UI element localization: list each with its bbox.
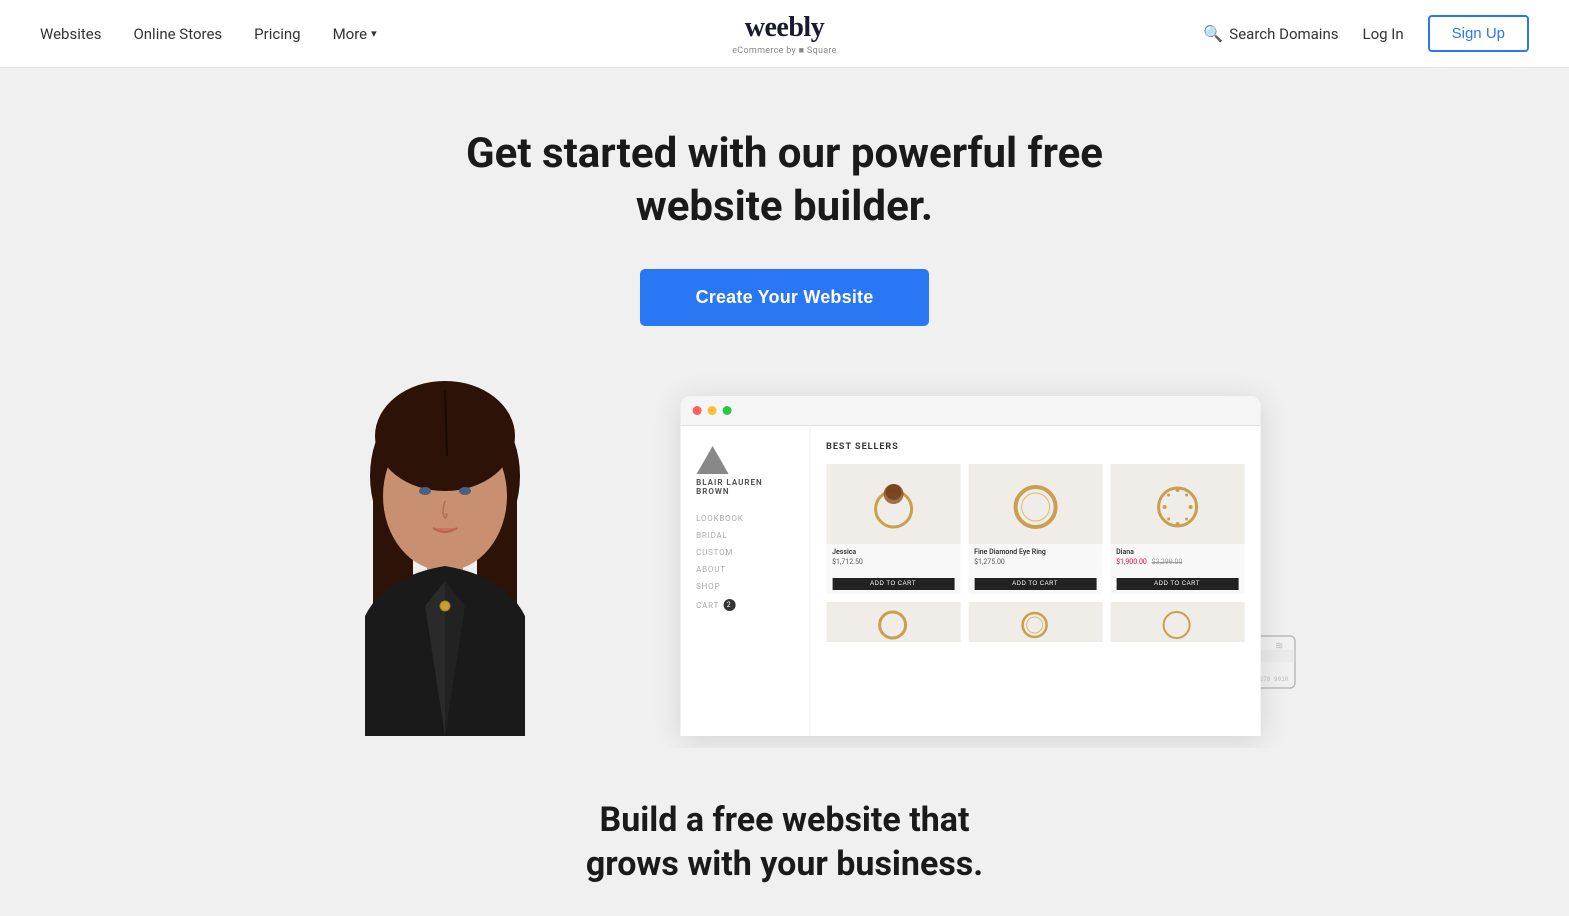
nav-item-online-stores[interactable]: Online Stores	[133, 25, 222, 43]
browser-main-content: BEST SELLERS	[810, 426, 1260, 736]
browser-dot-red	[692, 406, 701, 415]
ring-svg-2	[1010, 477, 1060, 532]
triangle-logo-icon	[696, 446, 728, 474]
add-to-cart-jessica[interactable]: ADD TO CART	[832, 578, 954, 590]
add-to-cart-diamond[interactable]: ADD TO CART	[974, 578, 1096, 590]
products-grid: Jessica $1,712.50 ADD TO CART	[826, 464, 1244, 594]
product-card-diamond: Fine Diamond Eye Ring $1,275.00 ADD TO C…	[968, 464, 1102, 594]
products-grid-row2	[826, 602, 1244, 642]
hero-headline-line1: Get started with our powerful free	[466, 129, 1103, 178]
navbar: Websites Online Stores Pricing More ▾ we…	[0, 0, 1569, 68]
product-image-diamond	[968, 464, 1102, 544]
sidebar-nav-custom: CUSTOM	[696, 548, 793, 557]
hero-headline: Get started with our powerful free websi…	[466, 128, 1103, 233]
browser-mockup: BLAIR LAUREN BROWN LOOKBOOK BRIDAL CUSTO…	[680, 396, 1260, 736]
logo-wordmark: weebly	[732, 12, 837, 44]
product-image-diana	[1110, 464, 1244, 544]
product-name-jessica: Jessica	[832, 548, 954, 556]
product-card-r2-2	[968, 602, 1102, 642]
product-info-diamond: Fine Diamond Eye Ring $1,275.00 ADD TO C…	[968, 544, 1102, 594]
product-card-r2-3	[1110, 602, 1244, 642]
product-card-jessica: Jessica $1,712.50 ADD TO CART	[826, 464, 960, 594]
ring-svg-1	[868, 474, 918, 534]
nav-left: Websites Online Stores Pricing More ▾	[40, 25, 377, 43]
product-image-r2-1	[826, 602, 960, 642]
svg-text:≋: ≋	[1275, 641, 1283, 652]
browser-dot-yellow	[707, 406, 716, 415]
browser-sidebar: BLAIR LAUREN BROWN LOOKBOOK BRIDAL CUSTO…	[680, 426, 810, 736]
sidebar-brand-name: BLAIR LAUREN BROWN	[696, 478, 793, 496]
best-sellers-title: BEST SELLERS	[826, 442, 1244, 452]
create-website-button[interactable]: Create Your Website	[640, 269, 930, 326]
add-to-cart-diana[interactable]: ADD TO CART	[1116, 578, 1238, 590]
subheadline-line1: Build a free website that	[600, 800, 970, 840]
ring-svg-6	[1160, 605, 1195, 640]
product-sale-price-diana: $1,900.00	[1116, 558, 1147, 566]
browser-dot-green	[722, 406, 731, 415]
ring-svg-5	[1018, 605, 1053, 640]
sidebar-nav-about: ABOUT	[696, 565, 793, 574]
subheadline-section: Build a free website that grows with you…	[0, 748, 1569, 916]
hero-visuals: BLAIR LAUREN BROWN LOOKBOOK BRIDAL CUSTO…	[185, 376, 1385, 736]
ring-svg-3	[1152, 477, 1202, 532]
nav-item-websites[interactable]: Websites	[40, 25, 101, 43]
logo-subtitle: eCommerce by ■ Square	[732, 45, 837, 56]
person-illustration	[305, 376, 585, 736]
sidebar-nav-cart: CART 2	[696, 599, 793, 611]
product-name-diamond: Fine Diamond Eye Ring	[974, 548, 1096, 556]
subheadline-line2: grows with your business.	[586, 844, 983, 884]
search-domains-label: Search Domains	[1229, 25, 1338, 43]
nav-item-pricing[interactable]: Pricing	[254, 25, 300, 43]
nav-right: 🔍 Search Domains Log In Sign Up	[1203, 15, 1529, 52]
sidebar-nav-shop: SHOP	[696, 582, 793, 591]
product-price-diana: $1,900.00 $3,299.00	[1116, 558, 1238, 566]
search-icon: 🔍	[1203, 24, 1223, 43]
hero-section: Get started with our powerful free websi…	[0, 68, 1569, 748]
chevron-down-icon: ▾	[371, 27, 377, 40]
browser-bar	[680, 396, 1260, 426]
sidebar-nav-lookbook: LOOKBOOK	[696, 514, 793, 523]
subheadline-text: Build a free website that grows with you…	[20, 798, 1549, 886]
browser-content: BLAIR LAUREN BROWN LOOKBOOK BRIDAL CUSTO…	[680, 426, 1260, 736]
ring-svg-4	[876, 605, 911, 640]
product-image-jessica	[826, 464, 960, 544]
product-price-diamond: $1,275.00	[974, 558, 1096, 566]
product-image-r2-2	[968, 602, 1102, 642]
product-original-price-diana: $3,299.00	[1152, 558, 1183, 566]
nav-item-more[interactable]: More ▾	[333, 25, 377, 43]
product-info-diana: Diana $1,900.00 $3,299.00 ADD TO CART	[1110, 544, 1244, 594]
product-card-diana: Diana $1,900.00 $3,299.00 ADD TO CART	[1110, 464, 1244, 594]
product-name-diana: Diana	[1116, 548, 1238, 556]
hero-headline-line2: website builder.	[636, 182, 933, 231]
product-price-jessica: $1,712.50	[832, 558, 954, 566]
product-info-jessica: Jessica $1,712.50 ADD TO CART	[826, 544, 960, 594]
product-image-r2-3	[1110, 602, 1244, 642]
cart-badge: 2	[723, 599, 735, 611]
product-card-r2-1	[826, 602, 960, 642]
sidebar-logo-area: BLAIR LAUREN BROWN	[696, 446, 793, 496]
sidebar-nav-bridal: BRIDAL	[696, 531, 793, 540]
person-svg	[305, 376, 585, 736]
signup-button[interactable]: Sign Up	[1428, 15, 1529, 52]
login-link[interactable]: Log In	[1362, 25, 1403, 43]
search-domains-button[interactable]: 🔍 Search Domains	[1203, 24, 1338, 43]
more-label: More	[333, 25, 368, 43]
brand-logo[interactable]: weebly eCommerce by ■ Square	[732, 12, 837, 56]
